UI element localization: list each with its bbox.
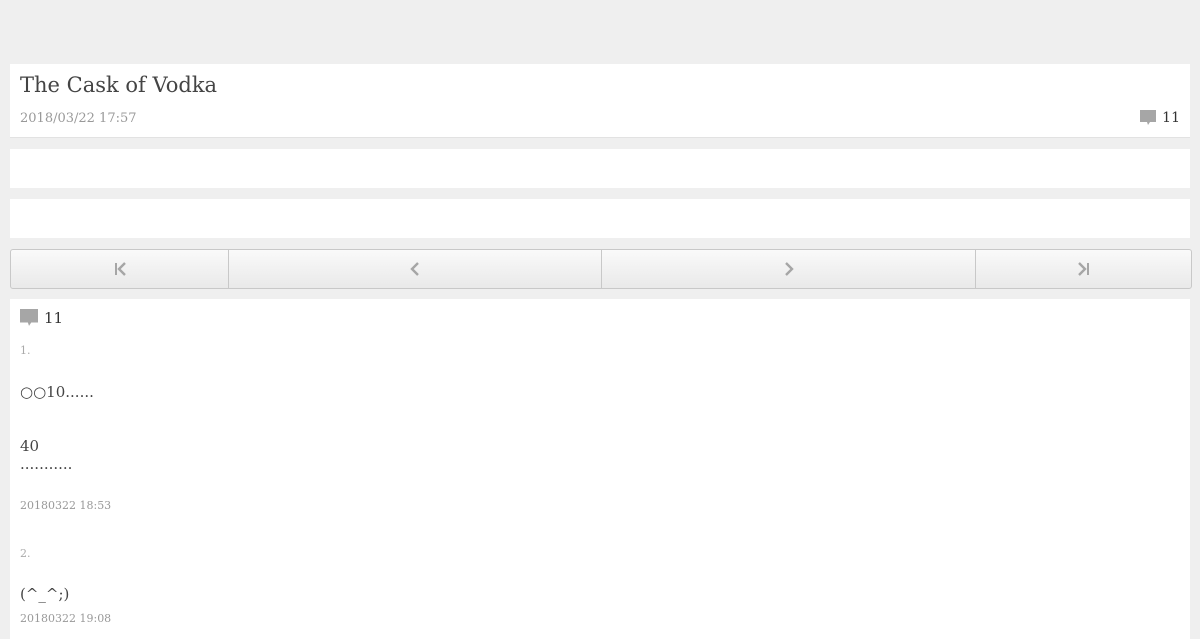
entry-header: The Cask of Vodka 2018/03/22 17:57 11	[10, 64, 1190, 138]
comment-text-line: 40	[20, 437, 40, 455]
first-page-icon	[114, 262, 126, 276]
comment-count-value: 11	[1162, 110, 1180, 126]
blank-panel	[10, 149, 1190, 188]
previous-page-button[interactable]	[229, 250, 602, 288]
comment-date: 20180322 18:53	[20, 499, 112, 512]
comments-header: 11	[20, 309, 63, 327]
comment-text-line: (^_^;)	[20, 585, 70, 603]
first-page-button[interactable]	[11, 250, 229, 288]
last-page-icon	[1077, 262, 1089, 276]
next-page-button[interactable]	[602, 250, 976, 288]
last-page-button[interactable]	[976, 250, 1191, 288]
comment-number: 2.	[20, 547, 31, 560]
speech-bubble-icon	[20, 309, 38, 326]
pager	[10, 249, 1192, 289]
entry-date: 2018/03/22 17:57	[20, 111, 137, 126]
chevron-right-icon	[784, 262, 794, 276]
comments-count: 11	[44, 309, 64, 327]
blank-panel	[10, 199, 1190, 238]
comment-text-line: ...........	[20, 455, 73, 473]
comments-section: 11 1. ○○10...... 40 ........... 20180322…	[10, 299, 1190, 639]
comment-number: 1.	[20, 344, 31, 357]
chevron-left-icon	[410, 262, 419, 276]
comment-count-link[interactable]: 11	[1140, 110, 1180, 126]
speech-bubble-icon	[1140, 110, 1157, 125]
comment-text-line: ○○10......	[20, 383, 94, 401]
entry-title: The Cask of Vodka	[20, 73, 218, 97]
comment-date: 20180322 19:08	[20, 612, 112, 625]
